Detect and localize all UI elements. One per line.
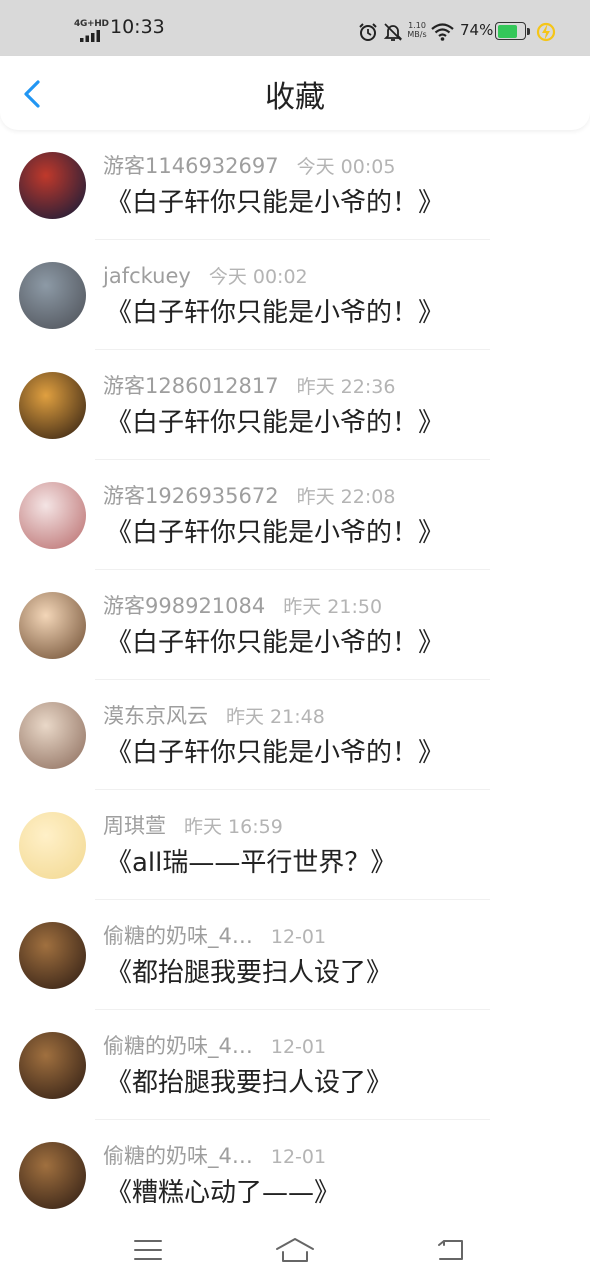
favorite-item[interactable]: 周琪萱 昨天 16:59 《all瑞——平行世界？》 bbox=[0, 790, 590, 900]
avatar[interactable] bbox=[19, 482, 86, 549]
favorite-item[interactable]: 偷糖的奶味_4… 12-01 《都抬腿我要扫人设了》 bbox=[0, 1010, 590, 1120]
author-name: 游客1146932697 bbox=[103, 154, 279, 178]
avatar[interactable] bbox=[19, 1142, 86, 1209]
story-title: 《都抬腿我要扫人设了》 bbox=[106, 958, 393, 988]
author-name: 游客1926935672 bbox=[103, 484, 279, 508]
favorite-item[interactable]: 偷糖的奶味_4… 12-01 《糟糕心动了——》 bbox=[0, 1120, 590, 1230]
signal-icon bbox=[80, 30, 100, 42]
item-meta: 游客1286012817 昨天 22:36 bbox=[103, 372, 395, 402]
item-meta: 游客1926935672 昨天 22:08 bbox=[103, 482, 395, 512]
avatar[interactable] bbox=[19, 702, 86, 769]
speed-unit: MB/s bbox=[407, 30, 427, 39]
network-type: 4G+HD bbox=[74, 19, 109, 29]
home-icon bbox=[276, 1238, 314, 1262]
back-icon bbox=[438, 1240, 463, 1260]
favorite-time: 今天 00:05 bbox=[296, 156, 396, 178]
item-meta: 游客998921084 昨天 21:50 bbox=[103, 592, 382, 622]
favorite-item[interactable]: 游客1146932697 今天 00:05 《白子轩你只能是小爷的！》 bbox=[0, 130, 590, 240]
status-bar: 4G+HD 10:33 1.10 MB/s 74% bbox=[0, 0, 590, 56]
favorite-time: 昨天 21:48 bbox=[226, 706, 325, 728]
story-title: 《白子轩你只能是小爷的！》 bbox=[106, 738, 445, 768]
item-meta: 游客1146932697 今天 00:05 bbox=[103, 152, 395, 182]
menu-button[interactable] bbox=[126, 1232, 170, 1268]
favorite-item[interactable]: 游客1286012817 昨天 22:36 《白子轩你只能是小爷的！》 bbox=[0, 350, 590, 460]
favorite-time: 12-01 bbox=[270, 1146, 327, 1168]
author-name: 偷糖的奶味_4… bbox=[103, 1144, 253, 1168]
story-title: 《白子轩你只能是小爷的！》 bbox=[106, 188, 445, 218]
charging-icon bbox=[536, 22, 556, 42]
favorite-time: 今天 00:02 bbox=[208, 266, 308, 288]
favorite-time: 昨天 22:36 bbox=[296, 376, 396, 398]
favorite-time: 12-01 bbox=[270, 926, 327, 948]
home-button[interactable] bbox=[273, 1232, 317, 1268]
author-name: 偷糖的奶味_4… bbox=[103, 924, 253, 948]
favorite-time: 昨天 16:59 bbox=[184, 816, 283, 838]
story-title: 《白子轩你只能是小爷的！》 bbox=[106, 628, 445, 658]
item-meta: 漠东京风云 昨天 21:48 bbox=[103, 702, 325, 732]
item-meta: 偷糖的奶味_4… 12-01 bbox=[103, 1142, 326, 1172]
avatar[interactable] bbox=[19, 922, 86, 989]
item-meta: 周琪萱 昨天 16:59 bbox=[103, 812, 283, 842]
favorite-item[interactable]: 游客998921084 昨天 21:50 《白子轩你只能是小爷的！》 bbox=[0, 570, 590, 680]
avatar[interactable] bbox=[19, 592, 86, 659]
avatar[interactable] bbox=[19, 152, 86, 219]
clock: 10:33 bbox=[110, 16, 165, 38]
story-title: 《白子轩你只能是小爷的！》 bbox=[106, 408, 445, 438]
battery-percent: 74% bbox=[460, 21, 494, 39]
author-name: jafckuey bbox=[103, 264, 191, 288]
menu-icon bbox=[134, 1240, 162, 1260]
author-name: 游客1286012817 bbox=[103, 374, 279, 398]
favorite-item[interactable]: 偷糖的奶味_4… 12-01 《都抬腿我要扫人设了》 bbox=[0, 900, 590, 1010]
item-meta: 偷糖的奶味_4… 12-01 bbox=[103, 922, 326, 952]
avatar[interactable] bbox=[19, 1032, 86, 1099]
page-title: 收藏 bbox=[265, 80, 325, 115]
story-title: 《白子轩你只能是小爷的！》 bbox=[106, 518, 445, 548]
story-title: 《all瑞——平行世界？》 bbox=[106, 848, 397, 878]
wifi-icon bbox=[431, 23, 454, 41]
favorite-time: 昨天 22:08 bbox=[296, 486, 396, 508]
author-name: 游客998921084 bbox=[103, 594, 266, 618]
system-back-button[interactable] bbox=[428, 1232, 472, 1268]
favorite-item[interactable]: 游客1926935672 昨天 22:08 《白子轩你只能是小爷的！》 bbox=[0, 460, 590, 570]
avatar[interactable] bbox=[19, 372, 86, 439]
item-meta: 偷糖的奶味_4… 12-01 bbox=[103, 1032, 326, 1062]
header: 收藏 bbox=[0, 56, 590, 130]
bottom-nav bbox=[0, 1228, 590, 1280]
alarm-icon bbox=[359, 23, 377, 41]
favorite-time: 昨天 21:50 bbox=[283, 596, 383, 618]
favorite-item[interactable]: jafckuey 今天 00:02 《白子轩你只能是小爷的！》 bbox=[0, 240, 590, 350]
story-title: 《都抬腿我要扫人设了》 bbox=[106, 1068, 393, 1098]
item-meta: jafckuey 今天 00:02 bbox=[103, 262, 308, 292]
favorite-item[interactable]: 漠东京风云 昨天 21:48 《白子轩你只能是小爷的！》 bbox=[0, 680, 590, 790]
story-title: 《白子轩你只能是小爷的！》 bbox=[106, 298, 445, 328]
network-speed: 1.10 MB/s bbox=[406, 21, 428, 39]
author-name: 周琪萱 bbox=[103, 814, 166, 838]
battery-icon bbox=[495, 22, 531, 42]
author-name: 偷糖的奶味_4… bbox=[103, 1034, 253, 1058]
author-name: 漠东京风云 bbox=[103, 704, 208, 728]
speed-value: 1.10 bbox=[408, 21, 426, 30]
avatar[interactable] bbox=[19, 262, 86, 329]
avatar[interactable] bbox=[19, 812, 86, 879]
story-title: 《糟糕心动了——》 bbox=[106, 1178, 341, 1208]
favorite-time: 12-01 bbox=[270, 1036, 327, 1058]
favorites-list: 游客1146932697 今天 00:05 《白子轩你只能是小爷的！》 jafck… bbox=[0, 130, 590, 1230]
mute-icon bbox=[383, 23, 403, 41]
